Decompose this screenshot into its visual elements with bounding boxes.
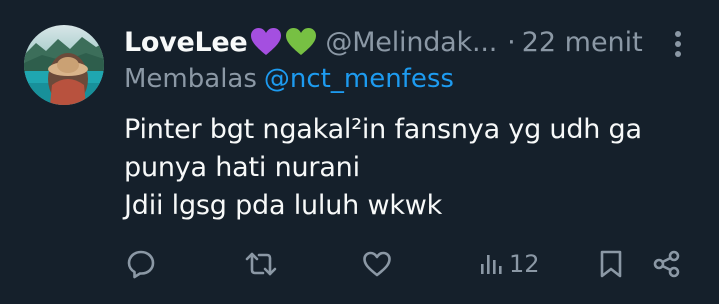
reply-context: Membalas @nct_menfess [124, 64, 454, 94]
green-heart-icon [285, 27, 317, 57]
bookmark-button[interactable] [598, 244, 624, 284]
like-button[interactable] [362, 244, 392, 284]
bookmark-icon [600, 250, 622, 278]
avatar[interactable] [24, 25, 104, 105]
tweet-header: LoveLee @Melindak... · 22 menit [124, 22, 643, 62]
user-handle[interactable]: @Melindak... [325, 27, 497, 58]
share-icon [653, 250, 680, 278]
retweet-button[interactable] [244, 244, 278, 284]
reply-target-link[interactable]: @nct_menfess [264, 64, 454, 94]
tweet-actions: 12 [0, 244, 719, 284]
tweet-text-line: Pinter bgt ngakal²in fansnya yg udh ga [124, 114, 642, 145]
reply-button[interactable] [126, 244, 156, 284]
retweet-icon [245, 252, 277, 276]
views-button[interactable]: 12 [479, 244, 540, 284]
heart-icon [363, 251, 391, 277]
analytics-icon [481, 255, 502, 274]
share-button[interactable] [652, 244, 682, 284]
tweet-text: Pinter bgt ngakal²in fansnya yg udh ga p… [124, 111, 704, 225]
display-name[interactable]: LoveLee [124, 27, 248, 58]
separator-dot: · [507, 26, 516, 58]
more-options-icon[interactable] [668, 28, 688, 60]
views-count: 12 [509, 250, 540, 278]
reply-prefix: Membalas [124, 64, 257, 94]
tweet-text-line: punya hati nurani [124, 152, 360, 183]
tweet-text-line: Jdii lgsg pda luluh wkwk [124, 190, 443, 221]
tweet[interactable]: LoveLee @Melindak... · 22 menit Membalas… [0, 0, 719, 304]
purple-heart-icon [250, 27, 282, 57]
avatar-image [24, 25, 104, 105]
reply-icon [127, 250, 155, 279]
timestamp[interactable]: 22 menit [522, 27, 643, 58]
